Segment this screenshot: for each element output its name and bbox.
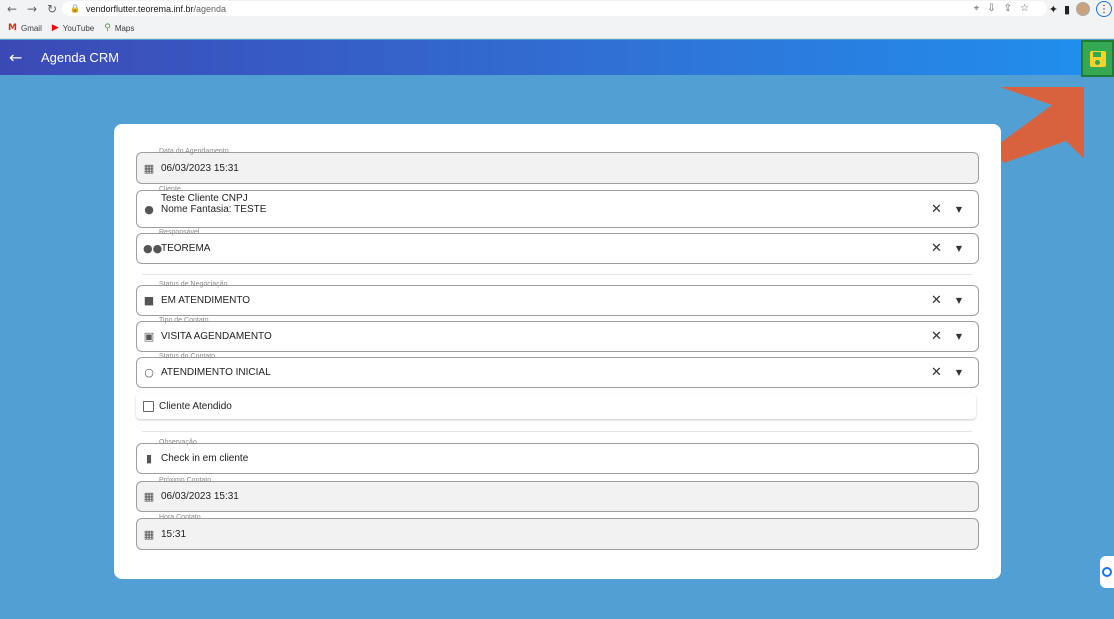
share-icon[interactable]: ⇪ <box>1004 3 1012 14</box>
person-icon: ● <box>144 203 154 216</box>
maps-icon: ⚲ <box>104 23 111 33</box>
status-negociacao-field[interactable]: Status de Negociação ■ EM ATENDIMENTO ✕ … <box>136 281 979 316</box>
annotation-arrow <box>992 87 1084 163</box>
reload-icon[interactable]: ↻ <box>44 1 60 17</box>
forward-arrow-icon[interactable]: → <box>24 1 40 17</box>
calendar-icon: ▦ <box>143 528 155 541</box>
teamviewer-icon <box>1102 567 1112 577</box>
install-icon[interactable]: ⇩ <box>987 3 995 14</box>
star-icon[interactable]: ☆ <box>1020 3 1029 14</box>
dropdown-arrow-icon[interactable]: ▼ <box>956 296 962 305</box>
location-icon[interactable]: ⌖ <box>974 3 980 14</box>
responsavel-field[interactable]: Responsável ●● TEOREMA ✕ ▼ <box>136 229 979 264</box>
cliente-atendido-row[interactable]: Cliente Atendido <box>136 394 976 419</box>
clear-icon[interactable]: ✕ <box>931 365 942 380</box>
teamviewer-tab[interactable] <box>1100 556 1114 588</box>
person-outline-icon: ○ <box>144 366 154 379</box>
clear-icon[interactable]: ✕ <box>931 329 942 344</box>
people-icon: ●● <box>143 242 163 255</box>
browser-menu-icon[interactable]: ⋮ <box>1096 1 1112 17</box>
bookmark-maps[interactable]: ⚲ Maps <box>104 23 134 33</box>
observacao-field[interactable]: Observação ▮ Check in em cliente <box>136 439 979 474</box>
tipo-contato-field[interactable]: Tipo de Contato ▣ VISITA AGENDAMENTO ✕ ▼ <box>136 317 979 352</box>
url-text: vendorflutter.teorema.inf.br/agenda <box>85 3 227 14</box>
dropdown-arrow-icon[interactable]: ▼ <box>956 205 962 214</box>
bookmark-youtube[interactable]: ▶ YouTube <box>52 23 94 33</box>
divider <box>142 431 972 432</box>
avatar[interactable] <box>1076 2 1090 16</box>
proximo-contato-field[interactable]: Próximo Contato ▦ 06/03/2023 15:31 <box>136 477 979 512</box>
bookmarks-bar: M Gmail ▶ YouTube ⚲ Maps <box>0 18 1114 39</box>
cliente-atendido-checkbox[interactable] <box>143 401 154 412</box>
page-title: Agenda CRM <box>41 50 120 65</box>
back-arrow-icon[interactable]: ← <box>4 1 20 17</box>
briefcase-icon: ■ <box>143 294 155 307</box>
lock-icon: 🔒 <box>70 4 80 13</box>
data-agendamento-field[interactable]: Data do Agendamento ▦ 06/03/2023 15:31 <box>136 148 979 184</box>
back-arrow-icon[interactable]: ← <box>9 48 25 67</box>
side-panel-icon[interactable]: ▮ <box>1064 3 1070 16</box>
divider <box>142 274 972 275</box>
extensions-icon[interactable]: ✦ <box>1049 3 1058 16</box>
agenda-form-card: Data do Agendamento ▦ 06/03/2023 15:31 C… <box>114 124 1001 579</box>
save-button[interactable] <box>1081 40 1114 77</box>
browser-actions: ✦ ▮ ⋮ <box>1049 1 1112 17</box>
address-bar[interactable]: 🔒 vendorflutter.teorema.inf.br/agenda ⌖ … <box>62 1 1047 16</box>
bookmark-gmail[interactable]: M Gmail <box>8 23 42 33</box>
clear-icon[interactable]: ✕ <box>931 241 942 256</box>
save-icon <box>1089 50 1106 67</box>
calendar-icon: ▦ <box>143 162 155 175</box>
bookmark-icon: ▮ <box>145 452 153 465</box>
calendar-icon: ▦ <box>143 490 155 503</box>
hora-contato-field[interactable]: Hora Contato ▦ 15:31 <box>136 514 979 550</box>
app-bar: ← Agenda CRM <box>0 40 1114 75</box>
contact-card-icon: ▣ <box>143 330 155 343</box>
dropdown-arrow-icon[interactable]: ▼ <box>956 332 962 341</box>
clear-icon[interactable]: ✕ <box>931 293 942 308</box>
youtube-icon: ▶ <box>51 23 59 33</box>
url-bar-icons: ⌖ ⇩ ⇪ ☆ <box>974 3 1029 14</box>
cliente-field[interactable]: Cliente ● Teste Cliente CNPJ Nome Fantas… <box>136 186 979 228</box>
clear-icon[interactable]: ✕ <box>931 202 942 217</box>
dropdown-arrow-icon[interactable]: ▼ <box>956 244 962 253</box>
gmail-icon: M <box>8 23 17 33</box>
browser-toolbar: ← → ↻ 🔒 vendorflutter.teorema.inf.br/age… <box>0 0 1114 18</box>
status-contato-field[interactable]: Status do Contato ○ ATENDIMENTO INICIAL … <box>136 353 979 388</box>
dropdown-arrow-icon[interactable]: ▼ <box>956 368 962 377</box>
